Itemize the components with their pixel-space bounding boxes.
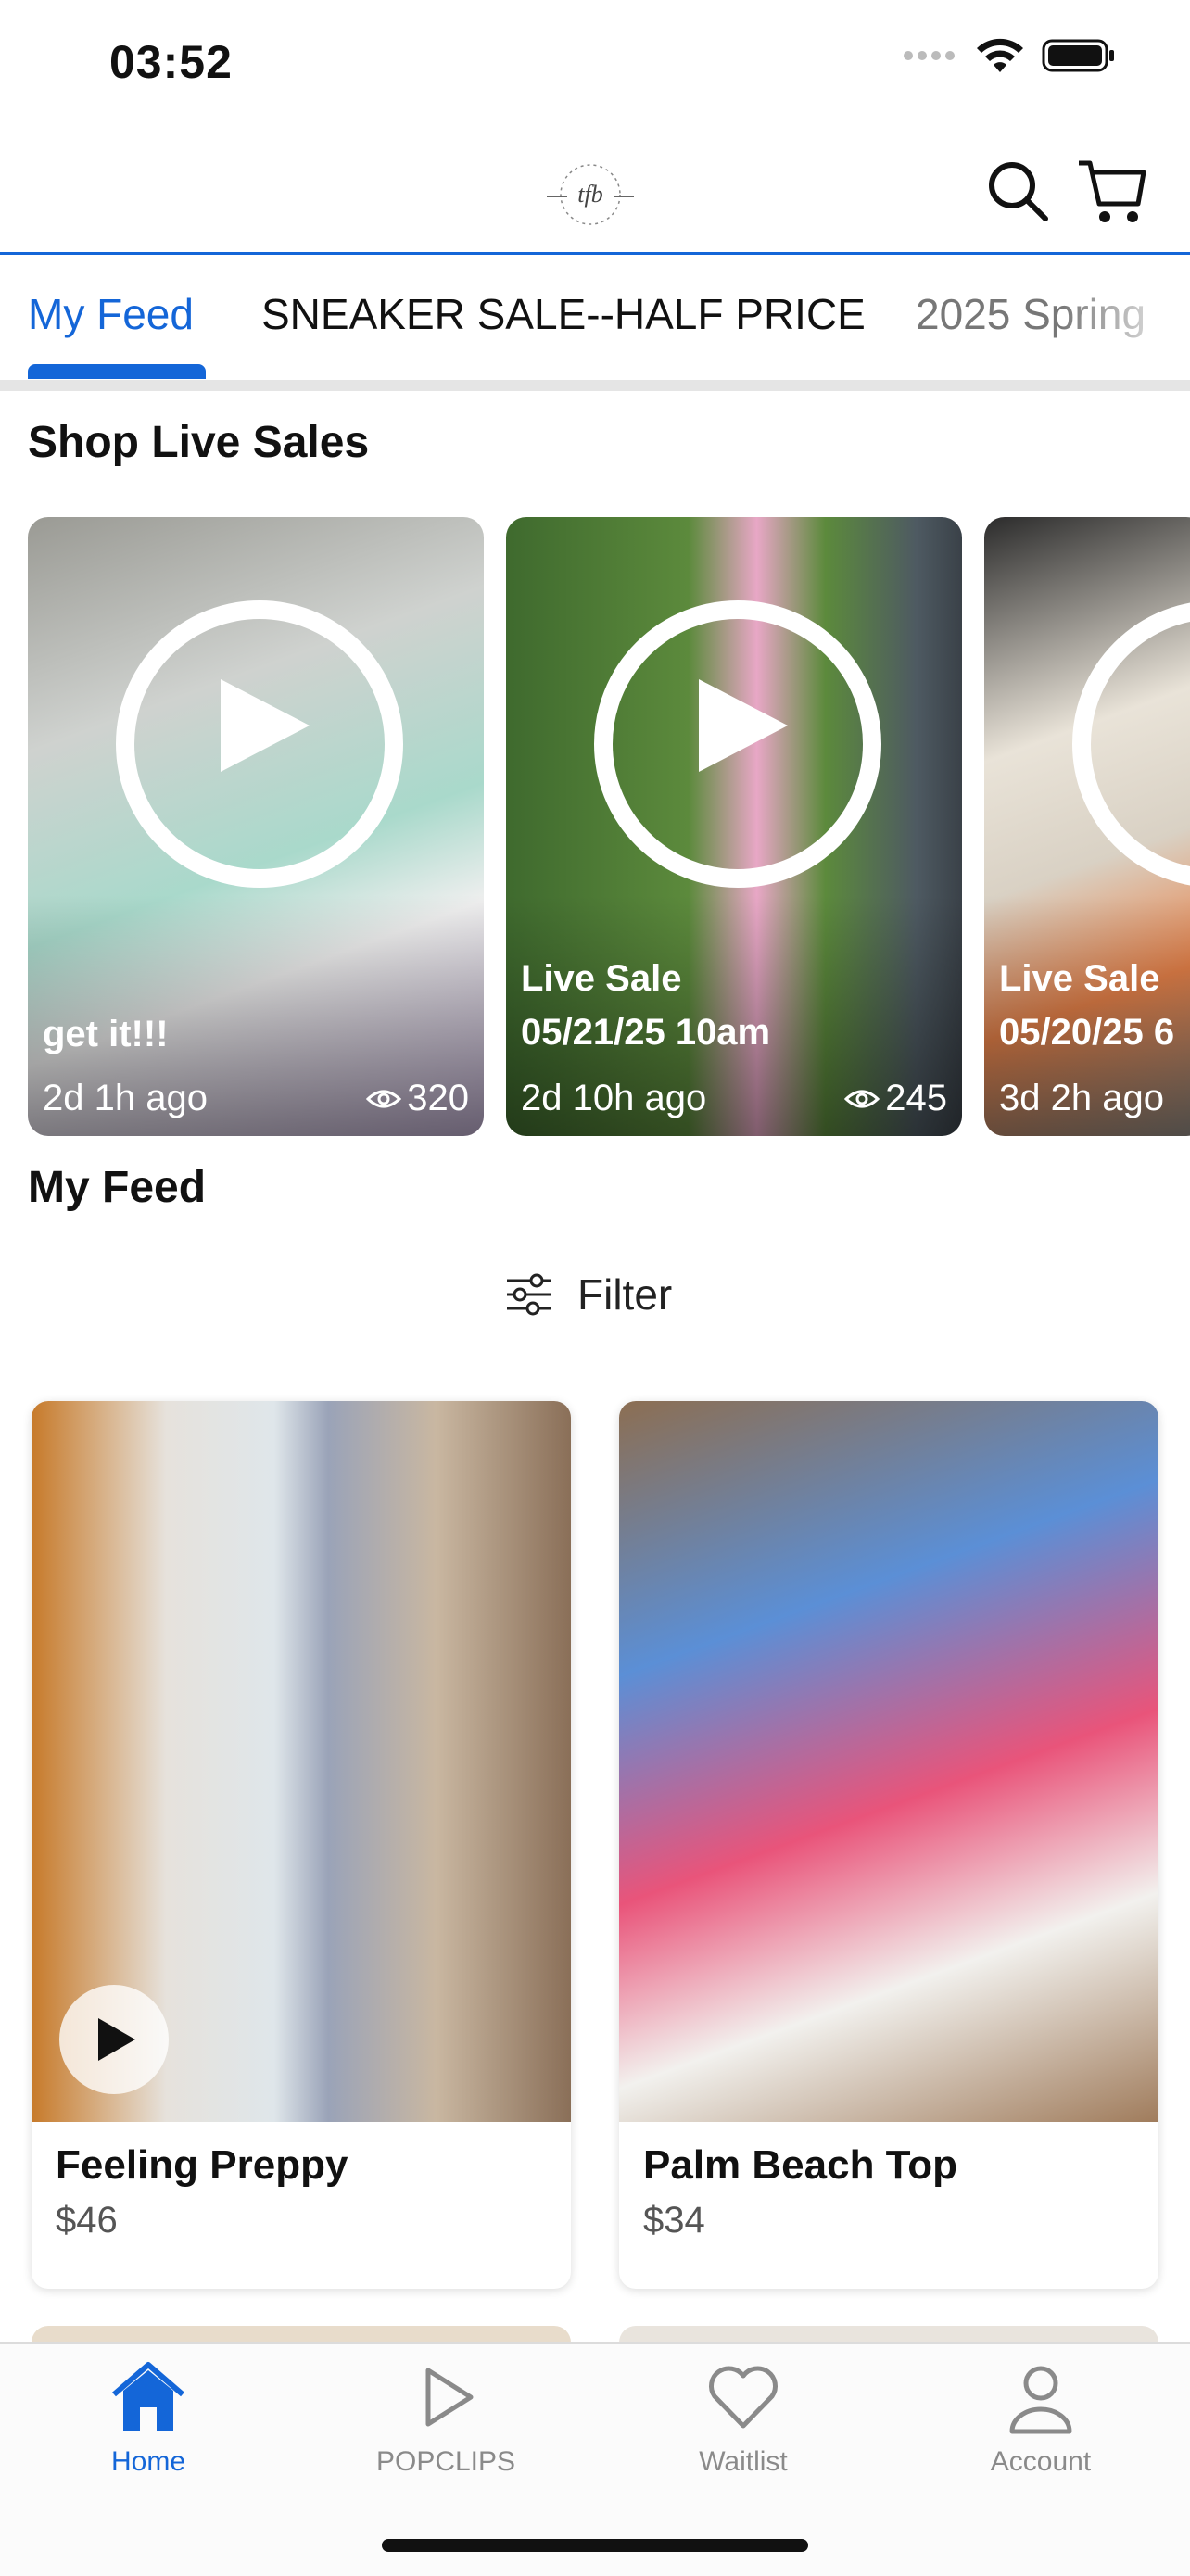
search-icon[interactable]	[984, 158, 1051, 224]
live-sale-title: get it!!!	[43, 1014, 169, 1054]
live-sale-title-line2: 05/20/25 6	[999, 1012, 1175, 1053]
views-count: 245	[885, 1078, 947, 1118]
tab-my-feed[interactable]: My Feed	[28, 289, 194, 339]
svg-text:tfb: tfb	[577, 181, 602, 208]
header-divider	[0, 252, 1190, 255]
home-indicator	[382, 2539, 808, 2552]
live-sale-views: 320	[366, 1078, 469, 1119]
tabbar-waitlist[interactable]: Waitlist	[651, 2357, 836, 2478]
filter-button[interactable]: Filter	[505, 1269, 672, 1320]
wifi-icon	[977, 38, 1023, 72]
play-icon	[221, 679, 310, 772]
live-sale-card[interactable]: Live Sale 05/20/25 6 3d 2h ago	[984, 517, 1190, 1136]
feed-title: My Feed	[28, 1163, 207, 1212]
play-icon	[425, 2368, 474, 2427]
live-sale-card[interactable]: get it!!! 2d 1h ago 320	[28, 517, 484, 1136]
eye-icon	[366, 1090, 402, 1107]
live-sale-ago: 2d 10h ago	[521, 1078, 707, 1118]
brand-logo[interactable]: tfb	[539, 158, 641, 232]
live-sale-title-line2: 05/21/25 10am	[521, 1012, 771, 1053]
product-price: $46	[56, 2200, 118, 2241]
active-tab-indicator	[28, 364, 206, 379]
heart-icon	[709, 2366, 778, 2429]
status-time: 03:52	[109, 36, 233, 88]
play-icon	[699, 679, 788, 772]
views-count: 320	[407, 1078, 469, 1118]
live-sale-title-line1: Live Sale	[521, 958, 682, 999]
person-icon	[1009, 2366, 1072, 2434]
tab-sneaker-sale[interactable]: SNEAKER SALE--HALF PRICE	[261, 289, 866, 339]
live-sales-title: Shop Live Sales	[28, 418, 370, 467]
cart-icon[interactable]	[1075, 156, 1149, 230]
live-sale-ago: 2d 1h ago	[43, 1078, 208, 1118]
product-name: Palm Beach Top	[643, 2142, 958, 2188]
tabbar-popclips-label: POPCLIPS	[375, 2446, 516, 2477]
video-badge[interactable]	[59, 1985, 169, 2094]
tabbar-account-label: Account	[990, 2446, 1092, 2477]
play-circle-icon[interactable]	[1072, 600, 1190, 888]
live-sale-card[interactable]: Live Sale 05/21/25 10am 2d 10h ago 245	[506, 517, 962, 1136]
product-card[interactable]: Palm Beach Top $34	[619, 1401, 1158, 2289]
tabbar-home[interactable]: Home	[56, 2357, 241, 2478]
play-icon	[98, 2018, 135, 2061]
tabbar-home-label: Home	[110, 2446, 186, 2477]
home-icon	[112, 2362, 184, 2431]
battery-icon	[1042, 39, 1114, 72]
tabbar-popclips[interactable]: POPCLIPS	[353, 2357, 538, 2478]
status-icons	[903, 37, 1116, 74]
tabbar-waitlist-label: Waitlist	[699, 2446, 788, 2477]
product-card[interactable]: Feeling Preppy $46	[32, 1401, 571, 2289]
live-sale-views: 245	[844, 1078, 947, 1119]
product-name: Feeling Preppy	[56, 2142, 348, 2188]
filter-icon	[507, 1273, 551, 1316]
tabs-divider	[0, 380, 1190, 391]
product-price: $34	[643, 2200, 705, 2241]
filter-label: Filter	[577, 1270, 673, 1319]
live-sale-ago: 3d 2h ago	[999, 1078, 1164, 1118]
tabs-fade-overlay	[1060, 278, 1190, 371]
eye-icon	[844, 1090, 880, 1107]
signal-icon	[904, 51, 955, 60]
tabbar-account[interactable]: Account	[948, 2357, 1133, 2478]
live-sale-title-line1: Live Sale	[999, 958, 1160, 999]
product-image[interactable]	[619, 1401, 1158, 2122]
